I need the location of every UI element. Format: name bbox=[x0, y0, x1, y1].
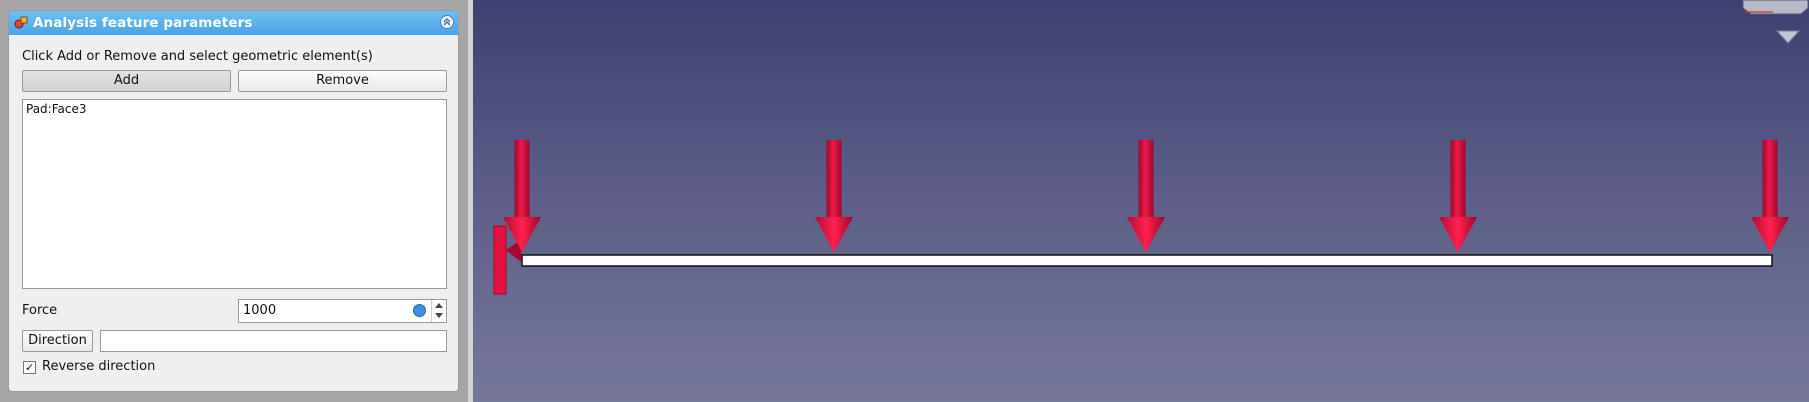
spin-down-icon[interactable] bbox=[435, 313, 443, 318]
direction-button[interactable]: Direction bbox=[22, 330, 93, 352]
beam-pad bbox=[521, 254, 1773, 267]
references-list[interactable]: Pad:Face3 bbox=[22, 99, 447, 289]
force-value[interactable]: 1000 bbox=[243, 303, 276, 318]
list-item[interactable]: Pad:Face3 bbox=[26, 102, 86, 116]
reverse-direction-label[interactable]: Reverse direction bbox=[42, 359, 155, 374]
remove-button[interactable]: Remove bbox=[238, 70, 447, 92]
instruction-text: Click Add or Remove and select geometric… bbox=[22, 49, 373, 64]
load-arrow bbox=[1439, 140, 1477, 252]
expression-gear-icon[interactable] bbox=[413, 304, 426, 317]
add-button[interactable]: Add bbox=[22, 70, 231, 92]
force-spinbox[interactable]: 1000 bbox=[238, 299, 447, 323]
collapse-chevron-icon[interactable] bbox=[440, 15, 454, 29]
spin-up-icon[interactable] bbox=[435, 303, 443, 308]
load-arrow bbox=[503, 140, 541, 252]
navigation-cube-icon[interactable] bbox=[1742, 0, 1809, 15]
spin-buttons[interactable] bbox=[431, 300, 446, 322]
force-label: Force bbox=[22, 303, 58, 318]
load-arrow bbox=[1127, 140, 1165, 252]
fem-logo-icon bbox=[14, 16, 28, 29]
3d-viewport[interactable] bbox=[473, 0, 1809, 402]
panel-title: Analysis feature parameters bbox=[33, 15, 253, 31]
navigation-down-arrow-icon[interactable] bbox=[1775, 30, 1801, 44]
load-arrow bbox=[815, 140, 853, 252]
panel-header: Analysis feature parameters bbox=[9, 11, 458, 35]
analysis-feature-parameters-panel: Analysis feature parameters Click Add or… bbox=[8, 10, 459, 392]
viewport-scene bbox=[493, 0, 1809, 295]
reverse-direction-checkbox[interactable]: ✓ bbox=[23, 361, 36, 374]
load-arrow bbox=[1751, 140, 1789, 252]
direction-field[interactable] bbox=[100, 330, 447, 352]
